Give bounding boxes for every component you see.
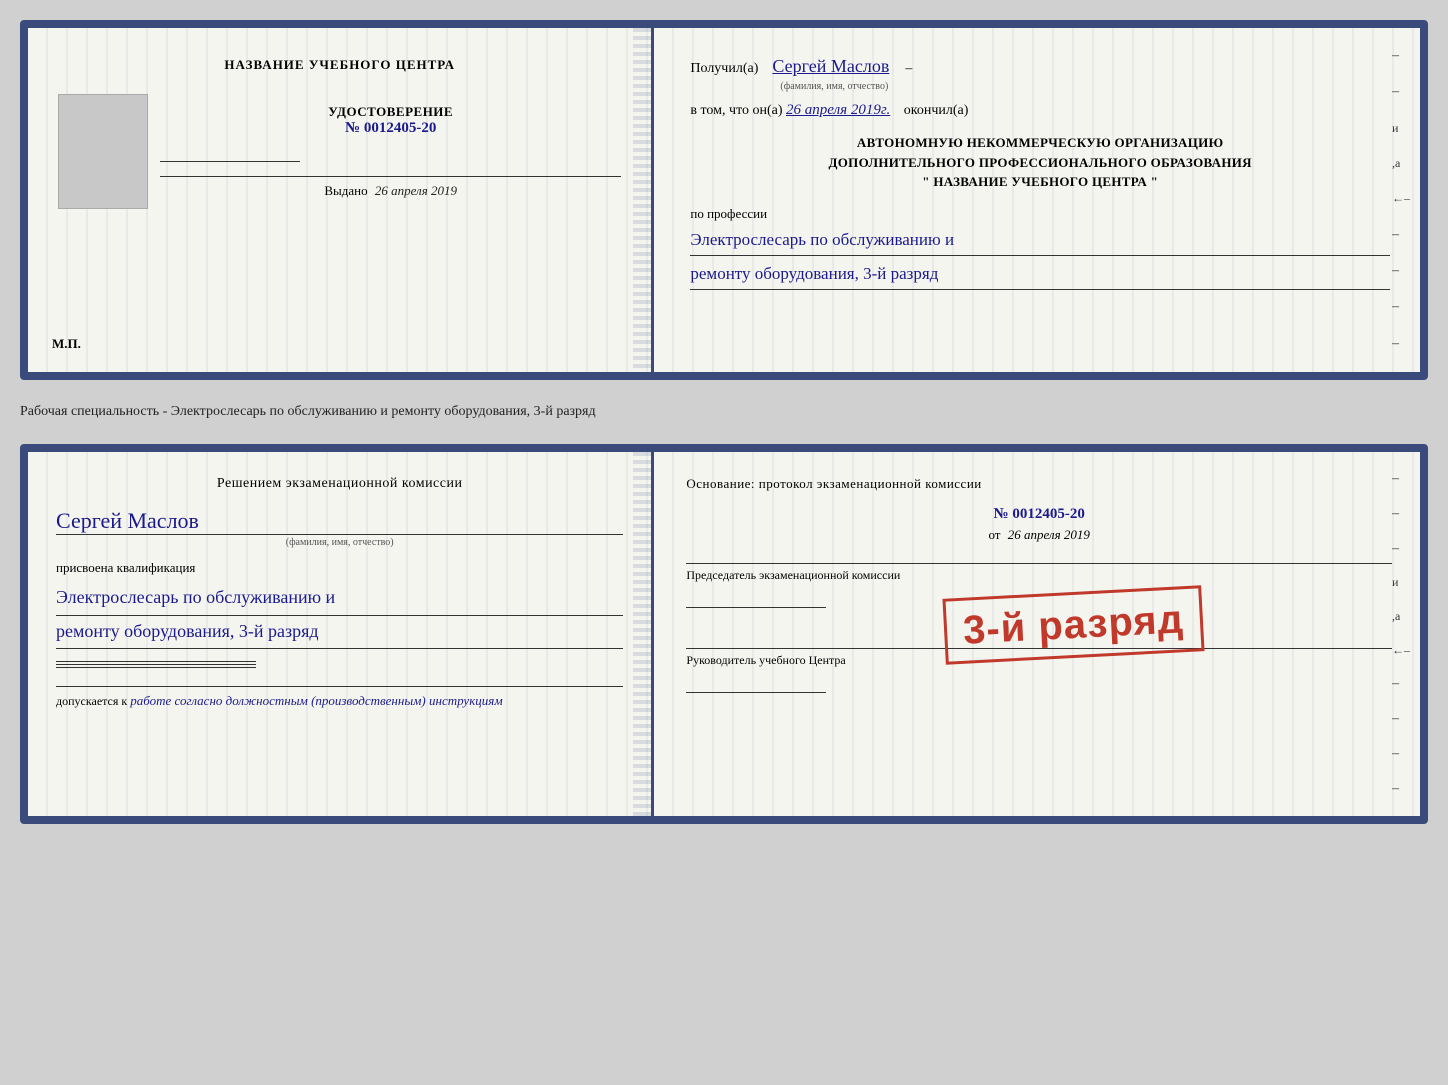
cert-photo (58, 94, 148, 209)
profession-line1: Электрослесарь по обслуживанию и (690, 226, 1390, 256)
poluchil-line: Получил(а) Сергей Маслов – (690, 56, 1390, 77)
mp-label: М.П. (52, 336, 81, 352)
bottom-document: Решением экзаменационной комиссии Сергей… (20, 444, 1428, 824)
recipient-name: Сергей Маслов (772, 56, 889, 77)
vtom-line: в том, что он(а) 26 апреля 2019г. окончи… (690, 102, 1390, 119)
profession-line2: ремонту оборудования, 3-й разряд (690, 260, 1390, 290)
ot-date: от 26 апреля 2019 (686, 527, 1392, 543)
stamp: 3-й разряд (943, 585, 1205, 664)
cert-number: № 0012405-20 (160, 120, 621, 137)
po-professii-block: по профессии Электрослесарь по обслужива… (690, 206, 1390, 290)
dash: – (905, 61, 912, 77)
bottom-right-dashes: – – – и ,а ←– – – – – (1392, 452, 1410, 816)
predsedatel-label: Председатель экзаменационной комиссии (686, 563, 1392, 583)
vydano-line: Выдано 26 апреля 2019 (160, 176, 621, 199)
osnovanie-title: Основание: протокол экзаменационной коми… (686, 476, 1392, 492)
predsedatel-signature (686, 607, 826, 608)
organization-block: АВТОНОМНУЮ НЕКОММЕРЧЕСКУЮ ОРГАНИЗАЦИЮ ДО… (690, 133, 1390, 192)
prisvoena-label: присвоена квалификация (56, 560, 623, 576)
bottom-right-panel: Основание: протокол экзаменационной коми… (654, 452, 1420, 816)
qualification-line1: Электрослесарь по обслуживанию и (56, 582, 623, 616)
separator-text: Рабочая специальность - Электрослесарь п… (20, 398, 1428, 426)
bottom-left-side-bar (633, 452, 651, 816)
poluchil-label: Получил(а) (690, 61, 758, 77)
bottom-left-panel: Решением экзаменационной комиссии Сергей… (28, 452, 654, 816)
bottom-fio-label: (фамилия, имя, отчество) (56, 537, 623, 548)
bottom-name: Сергей Маслов (56, 508, 623, 535)
date-completed: 26 апреля 2019г. (786, 102, 890, 118)
fio-label-top: (фамилия, имя, отчество) (780, 81, 1390, 92)
side-decorative-bar (633, 28, 651, 372)
qualification-line2: ремонту оборудования, 3-й разряд (56, 616, 623, 650)
dash-right-decorations: – – и ,а ←– – – – – (1392, 28, 1410, 372)
dopuskaetsya-block: допускается к работе согласно должностны… (56, 686, 623, 709)
signature-line-left (160, 161, 300, 162)
rukovoditel-signature (686, 692, 826, 693)
udostoverenie-block: УДОСТОВЕРЕНИЕ № 0012405-20 (160, 104, 621, 137)
cert-right-panel: Получил(а) Сергей Маслов – (фамилия, имя… (654, 28, 1420, 372)
training-center-title: НАЗВАНИЕ УЧЕБНОГО ЦЕНТРА (224, 56, 455, 74)
page-wrapper: НАЗВАНИЕ УЧЕБНОГО ЦЕНТРА УДОСТОВЕРЕНИЕ №… (20, 20, 1428, 824)
protocol-number: № 0012405-20 (686, 506, 1392, 523)
cert-left-panel: НАЗВАНИЕ УЧЕБНОГО ЦЕНТРА УДОСТОВЕРЕНИЕ №… (28, 28, 654, 372)
certificate-document: НАЗВАНИЕ УЧЕБНОГО ЦЕНТРА УДОСТОВЕРЕНИЕ №… (20, 20, 1428, 380)
udostoverenie-label: УДОСТОВЕРЕНИЕ (160, 104, 621, 120)
resheniem-title: Решением экзаменационной комиссии (56, 476, 623, 492)
dopuskaetsya-value: работе согласно должностным (производств… (130, 693, 502, 708)
